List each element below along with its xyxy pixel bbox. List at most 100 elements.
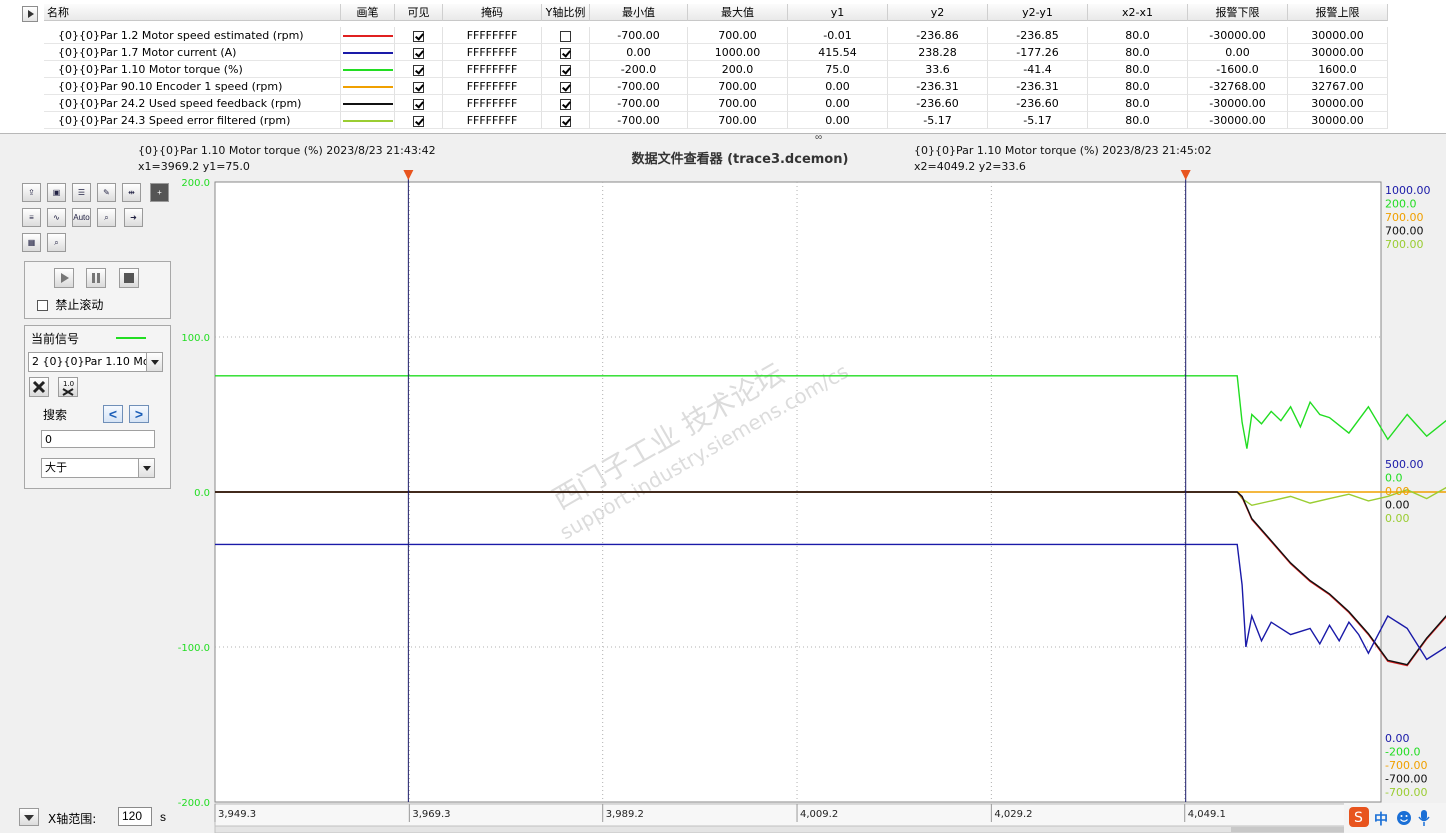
signal-select[interactable]: 2 {0}{0}Par 1.10 Moto [28,352,163,372]
search-input[interactable]: 0 [41,430,155,448]
header-alarm-high[interactable]: 报警上限 [1288,4,1388,21]
microphone-icon[interactable] [1417,809,1431,827]
header-alarm-low[interactable]: 报警下限 [1188,4,1288,21]
table-row[interactable]: {0}{0}Par 24.2 Used speed feedback (rpm)… [44,95,1388,112]
pen-color-swatch[interactable] [342,120,393,122]
cell-visible[interactable] [395,27,443,44]
y-scale-checkbox[interactable] [560,98,571,110]
pen-color-swatch[interactable] [342,35,393,37]
visible-checkbox[interactable] [413,47,424,59]
cell-pen [341,78,395,95]
table-row[interactable]: {0}{0}Par 1.7 Motor current (A) FFFFFFFF 0… [44,44,1388,61]
reset-signal-button[interactable]: 1.0 [58,377,78,397]
play-button[interactable] [54,268,74,288]
header-y2-y1[interactable]: y2-y1 [988,4,1088,21]
list-icon[interactable]: ≡ [22,208,41,227]
cursor-marker-icon[interactable] [403,170,414,180]
header-visible[interactable]: 可见 [395,4,443,21]
cell-y1: 75.0 [788,61,888,78]
cell-visible[interactable] [395,95,443,112]
search-next-button[interactable]: > [129,405,149,423]
cell-yscale[interactable] [542,27,590,44]
header-pen[interactable]: 画笔 [341,4,395,21]
wave-icon[interactable]: ∿ [47,208,66,227]
collapse-table-button[interactable] [22,6,38,22]
svg-text:1.0: 1.0 [63,380,74,388]
visible-checkbox[interactable] [413,81,424,93]
cell-alarm-high: 30000.00 [1288,112,1388,129]
zoom-y-icon[interactable]: ⌕ [47,233,66,252]
header-mask[interactable]: 掩码 [443,4,542,21]
cell-visible[interactable] [395,78,443,95]
table-icon[interactable]: ☰ [72,183,91,202]
splitter-handle-icon[interactable]: ∞ [815,132,822,143]
table-row[interactable]: {0}{0}Par 1.2 Motor speed estimated (rpm… [44,27,1388,44]
cursor-icon[interactable]: ⇹ [122,183,141,202]
header-name[interactable]: 名称 [44,4,341,21]
cell-yscale[interactable] [542,78,590,95]
cell-alarm-low: -30000.00 [1188,112,1288,129]
emoji-icon[interactable] [1396,810,1412,826]
table-row[interactable]: {0}{0}Par 1.10 Motor torque (%) FFFFFFFF -… [44,61,1388,78]
pen-color-swatch[interactable] [342,69,393,71]
header-x2-x1[interactable]: x2-x1 [1088,4,1188,21]
cell-alarm-low: -30000.00 [1188,95,1288,112]
cell-mask: FFFFFFFF [443,78,542,95]
no-scroll-option[interactable]: 禁止滚动 [37,296,103,313]
wrench-icon[interactable]: ✎ [97,183,116,202]
compare-select[interactable]: 大于 [41,458,155,478]
ime-language-label[interactable]: 中 [1374,809,1388,829]
pause-button[interactable] [86,268,106,288]
pause-icon [92,273,100,283]
open-file-icon[interactable]: ⇪ [22,183,41,202]
table-row[interactable]: {0}{0}Par 90.10 Encoder 1 speed (rpm) FFF… [44,78,1388,95]
chevron-down-icon[interactable] [146,353,162,371]
pen-color-swatch[interactable] [342,52,393,54]
pen-color-swatch[interactable] [342,86,393,88]
cell-min: -700.00 [590,112,688,129]
cell-alarm-high: 30000.00 [1288,27,1388,44]
signal-select-value: 2 {0}{0}Par 1.10 Moto [32,355,161,368]
visible-checkbox[interactable] [413,30,424,42]
visible-checkbox[interactable] [413,98,424,110]
visible-checkbox[interactable] [413,64,424,76]
no-scroll-checkbox[interactable] [37,300,48,312]
delete-signal-button[interactable] [29,377,49,397]
header-y2[interactable]: y2 [888,4,988,21]
header-y-scale[interactable]: Y轴比例 [542,4,590,21]
cell-pen [341,112,395,129]
cell-yscale[interactable] [542,44,590,61]
x-range-input[interactable]: 120 [118,807,152,826]
cursor-marker-icon[interactable] [1180,170,1191,180]
y-scale-checkbox[interactable] [560,30,571,42]
search-prev-button[interactable]: < [103,405,123,423]
export-icon[interactable]: ➜ [124,208,143,227]
cell-yscale[interactable] [542,61,590,78]
grid-icon[interactable]: ▦ [22,233,41,252]
cell-yscale[interactable] [542,112,590,129]
x-axis-toggle-button[interactable] [19,808,39,826]
cell-visible[interactable] [395,44,443,61]
visible-checkbox[interactable] [413,115,424,127]
auto-scale-icon[interactable]: Auto [72,208,91,227]
header-max[interactable]: 最大值 [688,4,788,21]
stop-button[interactable] [119,268,139,288]
y-scale-checkbox[interactable] [560,47,571,59]
header-y1[interactable]: y1 [788,4,888,21]
y-scale-checkbox[interactable] [560,64,571,76]
zoom-icon[interactable]: ⌕ [97,208,116,227]
ime-logo-icon[interactable]: S [1348,806,1370,828]
add-icon[interactable]: + [150,183,169,202]
pen-color-swatch[interactable] [342,103,393,105]
table-row[interactable]: {0}{0}Par 24.3 Speed error filtered (rpm… [44,112,1388,129]
cell-visible[interactable] [395,112,443,129]
cell-mask: FFFFFFFF [443,27,542,44]
save-icon[interactable]: ▣ [47,183,66,202]
header-min[interactable]: 最小值 [590,4,688,21]
cell-visible[interactable] [395,61,443,78]
y-scale-checkbox[interactable] [560,115,571,127]
compare-select-value: 大于 [45,461,67,474]
chevron-down-icon[interactable] [138,459,154,477]
y-scale-checkbox[interactable] [560,81,571,93]
cell-yscale[interactable] [542,95,590,112]
